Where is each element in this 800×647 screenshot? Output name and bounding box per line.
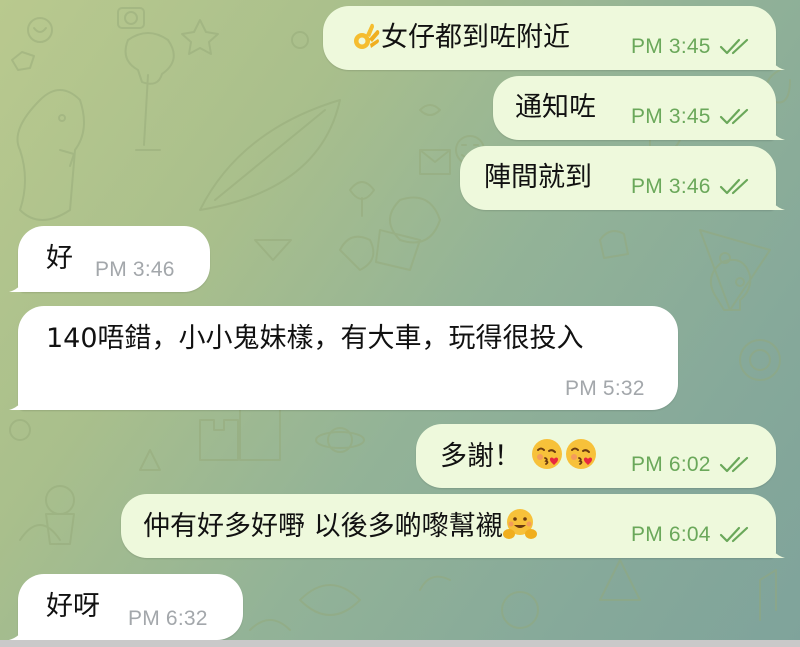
read-double-check-icon: [719, 38, 748, 55]
bubble-tail: [769, 540, 785, 558]
read-double-check-icon: [719, 178, 748, 195]
message-meta: PM 5:32: [565, 377, 645, 401]
message-bubble-outgoing[interactable]: 通知咗 PM 3:45: [493, 76, 785, 140]
message-time: PM 3:46: [95, 258, 175, 281]
bubble-tail: [769, 192, 785, 210]
ok-hand-emoji: [354, 23, 380, 49]
message-text: 好: [46, 243, 73, 274]
message-bubble-outgoing[interactable]: 女仔都到咗附近 PM 3:45: [323, 6, 785, 70]
message-time: PM 6:04: [631, 523, 711, 546]
message-bubble-outgoing[interactable]: 仲有好多好嘢 以後多啲嚟幫襯 PM 6:04: [121, 494, 785, 558]
hugging-face-emoji: [502, 509, 537, 539]
message-text: 仲有好多好嘢 以後多啲嚟幫襯: [143, 507, 537, 546]
message-text: 女仔都到咗附近: [351, 19, 570, 57]
message-time: PM 6:32: [128, 607, 208, 630]
message-time: PM 6:02: [631, 453, 711, 476]
message-text: 通知咗: [515, 92, 596, 123]
bubble-tail: [9, 622, 25, 640]
read-double-check-icon: [719, 526, 748, 543]
message-text: 多謝！: [440, 437, 598, 476]
read-double-check-icon: [719, 108, 748, 125]
message-bubble-outgoing[interactable]: 多謝！ PM 6:02: [416, 424, 776, 488]
message-text: 好呀: [46, 591, 100, 622]
message-bubble-incoming[interactable]: 好 PM 3:46: [9, 226, 210, 292]
bubble-tail: [9, 274, 25, 292]
bubble-tail: [9, 392, 25, 410]
message-meta: PM 3:45: [631, 35, 753, 59]
message-bubble-outgoing[interactable]: 陣間就到 PM 3:46: [460, 146, 785, 210]
bubble-tail: [769, 52, 785, 70]
message-time: PM 3:45: [631, 105, 711, 128]
message-meta: PM 3:46: [631, 175, 753, 199]
bubble-tail: [769, 122, 785, 140]
kissing-heart-emoji: [565, 439, 596, 469]
message-bubble-incoming[interactable]: 好呀 PM 6:32: [9, 574, 243, 640]
message-meta: PM 6:02: [631, 453, 753, 477]
read-double-check-icon: [719, 456, 748, 473]
bottom-edge-bar: [0, 640, 800, 647]
kissing-heart-emoji: [531, 439, 562, 469]
message-text: 陣間就到: [484, 162, 592, 193]
message-text: 140唔錯，小小鬼妹樣，有大車，玩得很投入: [46, 323, 584, 354]
message-bubble-incoming[interactable]: 140唔錯，小小鬼妹樣，有大車，玩得很投入 PM 5:32: [9, 306, 678, 410]
message-time: PM 3:45: [631, 35, 711, 58]
message-meta: PM 6:04: [631, 523, 753, 547]
message-time: PM 5:32: [565, 377, 645, 400]
message-time: PM 3:46: [631, 175, 711, 198]
message-meta: PM 3:45: [631, 105, 753, 129]
message-meta: PM 3:46: [95, 258, 175, 282]
message-meta: PM 6:32: [128, 607, 208, 631]
